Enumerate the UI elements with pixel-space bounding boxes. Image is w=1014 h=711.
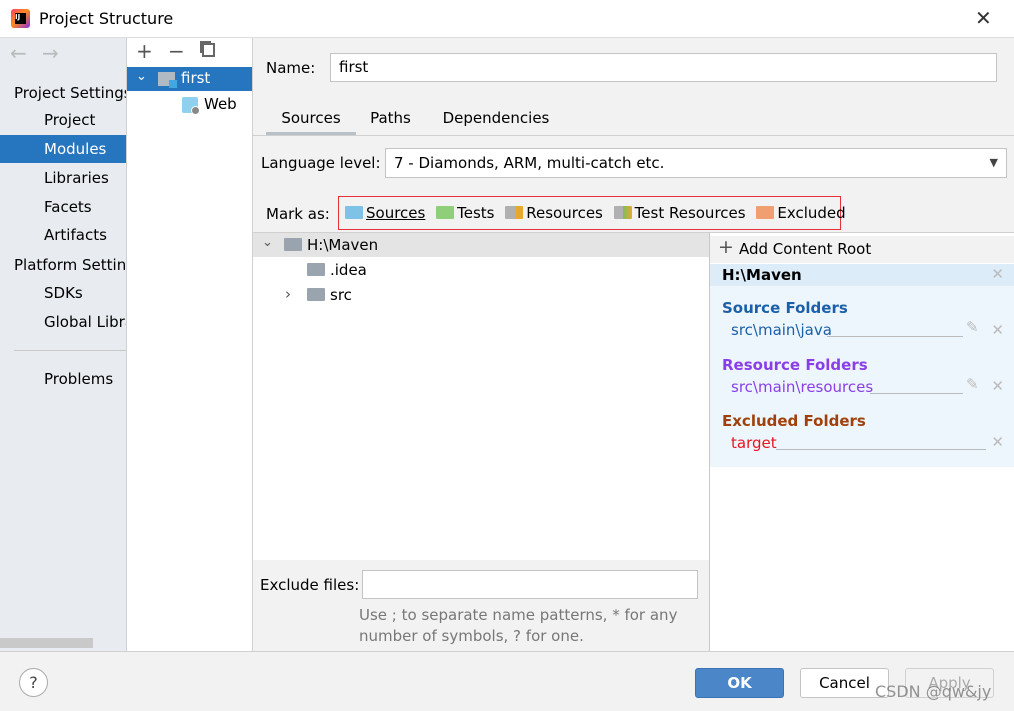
sidebar-item-artifacts[interactable]: Artifacts [0,221,126,249]
folder-icon [284,238,302,251]
sidebar-item-project[interactable]: Project [0,106,126,134]
close-icon[interactable]: ✕ [975,6,992,30]
exclude-files-label: Exclude files: [260,576,360,594]
divider [253,135,1014,136]
tree-row-root[interactable]: ⌄ H:\Maven [253,233,709,257]
remove-icon[interactable]: − [168,39,185,63]
tree-row-idea[interactable]: .idea [253,258,709,282]
ok-button[interactable]: OK [695,668,784,698]
tree-row-src[interactable]: › src [253,283,709,307]
add-icon[interactable]: + [136,39,153,63]
sidebar-item-problems[interactable]: Problems [0,365,126,393]
module-folder-icon [158,72,177,88]
divider [776,449,986,450]
source-folders-title: Source Folders [722,299,848,317]
tree-row-label: H:\Maven [307,236,379,254]
name-label: Name: [266,59,316,77]
divider [827,336,963,337]
module-tree-panel: + − ⌄ first Web [127,38,253,651]
sidebar-item-libraries[interactable]: Libraries [0,164,126,192]
tree-item-web[interactable]: Web [127,92,252,116]
source-folder-path[interactable]: src\main\java [731,321,832,339]
content-root-details: H:\Maven ✕ Source Folders src\main\java … [710,264,1014,467]
dropdown-arrow-icon: ▼ [989,156,998,169]
hint-text: Use ; to separate name patterns, * for a… [359,606,678,624]
tab-paths[interactable]: Paths [358,105,423,135]
horizontal-scrollbar[interactable] [0,638,93,648]
mark-as-label: Mark as: [266,205,330,223]
tab-sources[interactable]: Sources [266,105,356,135]
hint-text: number of symbols, ? for one. [359,627,584,645]
tree-item-first[interactable]: ⌄ first [127,67,252,91]
sidebar-heading-project-settings: Project Settings [14,84,126,102]
sources-folder-icon [345,206,363,219]
add-content-root-label: Add Content Root [739,240,872,258]
module-settings: Name: first Sources Paths Dependencies L… [253,38,1014,651]
help-button[interactable]: ? [19,668,48,697]
language-level-value: 7 - Diamonds, ARM, multi-catch etc. [394,154,665,172]
content-root-header: H:\Maven ✕ [710,264,1014,286]
mark-as-toolbar: Sources Tests Resources Test Resources E… [338,196,846,230]
back-arrow-icon[interactable]: ← [10,41,27,65]
sidebar-item-global-libraries[interactable]: Global Libraries [0,308,126,336]
resource-folder-path[interactable]: src\main\resources [731,378,873,396]
chevron-right-icon[interactable]: › [285,285,291,303]
mark-test-resources-button[interactable]: Test Resources [613,204,746,222]
language-level-label: Language level: [261,154,381,172]
add-content-root-button[interactable]: + Add Content Root [710,236,1014,263]
copy-icon[interactable] [202,43,215,57]
footer: ? OK Cancel Apply CSDN @qw&jy [0,651,1014,711]
exclude-files-input[interactable] [362,570,698,599]
excluded-folders-title: Excluded Folders [722,412,866,430]
web-facet-icon [182,97,200,115]
chevron-down-icon[interactable]: ⌄ [262,235,273,250]
remove-icon[interactable]: ✕ [991,433,1004,451]
close-icon[interactable]: ✕ [991,265,1004,283]
tree-row-label: src [330,286,352,304]
sidebar-item-facets[interactable]: Facets [0,193,126,221]
window-title: Project Structure [39,9,174,28]
language-level-select[interactable]: 7 - Diamonds, ARM, multi-catch etc. ▼ [385,148,1007,178]
file-tree: ⌄ H:\Maven .idea › src [253,232,709,560]
title-bar: IJ Project Structure ✕ [0,0,1014,38]
chevron-down-icon[interactable]: ⌄ [136,69,147,84]
divider [14,350,126,351]
tree-item-label: first [181,69,211,87]
edit-pencil-icon[interactable]: ✎ [966,375,979,393]
content-root-path: H:\Maven [722,266,802,284]
forward-arrow-icon[interactable]: → [42,41,59,65]
mark-tests-button[interactable]: Tests [436,204,494,222]
sidebar-item-sdks[interactable]: SDKs [0,279,126,307]
tests-folder-icon [436,206,455,219]
intellij-logo-icon: IJ [11,9,30,28]
sidebar: ← → Project Settings Project Modules Lib… [0,38,127,651]
resource-folders-title: Resource Folders [722,356,868,374]
tree-row-label: .idea [330,261,367,279]
resources-folder-icon [505,206,524,219]
test-resources-folder-icon [613,206,632,219]
edit-pencil-icon[interactable]: ✎ [966,318,979,336]
mark-sources-button[interactable]: Sources [345,204,425,222]
sidebar-item-modules[interactable]: Modules [0,135,126,163]
remove-icon[interactable]: ✕ [991,321,1004,339]
watermark: CSDN @qw&jy [875,682,992,701]
mark-excluded-button[interactable]: Excluded [756,204,846,222]
tab-dependencies[interactable]: Dependencies [433,105,559,135]
folder-icon [307,263,325,276]
folder-icon [307,288,325,301]
excluded-folder-path[interactable]: target [731,434,777,452]
sidebar-heading-platform-settings: Platform Settings [14,256,126,274]
name-input[interactable]: first [330,53,997,82]
tree-item-label: Web [204,95,237,113]
plus-icon: + [718,236,734,258]
mark-resources-button[interactable]: Resources [505,204,603,222]
remove-icon[interactable]: ✕ [991,377,1004,395]
divider [870,393,963,394]
excluded-folder-icon [756,206,775,219]
content-root-panel: + Add Content Root H:\Maven ✕ Source Fol… [709,232,1014,651]
